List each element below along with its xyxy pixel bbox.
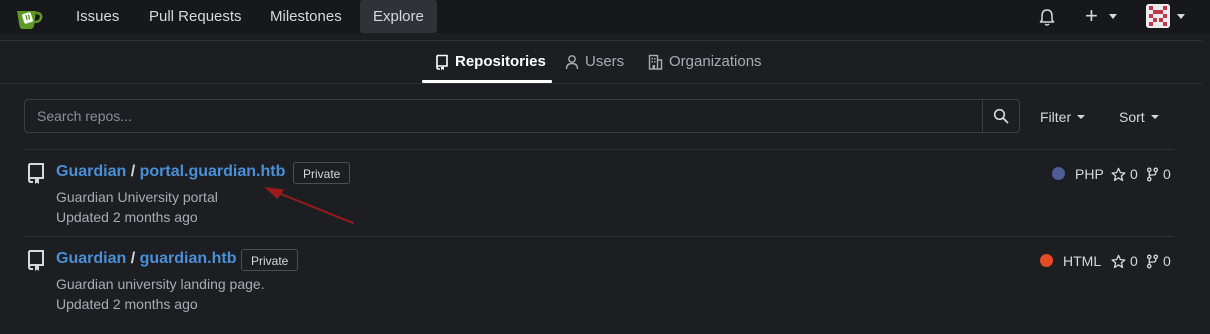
repo-description: Guardian university landing page. xyxy=(56,276,265,292)
repo-owner-link[interactable]: Guardian xyxy=(56,163,126,180)
nav-pull-requests[interactable]: Pull Requests xyxy=(149,0,242,33)
plus-icon[interactable]: + xyxy=(1085,5,1098,27)
repo-icon xyxy=(436,54,448,70)
divider xyxy=(24,236,1174,237)
divider xyxy=(24,149,1174,150)
repo-forks[interactable]: 0 xyxy=(1146,166,1171,182)
building-icon xyxy=(648,54,663,70)
chevron-down-icon xyxy=(1150,115,1159,119)
filter-dropdown[interactable]: Filter xyxy=(1040,109,1086,125)
chevron-down-icon[interactable] xyxy=(1109,14,1117,19)
fork-icon xyxy=(1146,254,1159,268)
divider xyxy=(0,40,1202,41)
fork-count: 0 xyxy=(1163,253,1171,269)
gitea-logo-icon[interactable] xyxy=(14,2,44,32)
sort-dropdown[interactable]: Sort xyxy=(1119,109,1159,125)
avatar[interactable] xyxy=(1146,4,1170,28)
tab-organizations[interactable]: Organizations xyxy=(648,52,762,72)
repo-stars[interactable]: 0 xyxy=(1111,166,1138,182)
repo-owner-link[interactable]: Guardian xyxy=(56,250,126,267)
tab-repositories[interactable]: Repositories xyxy=(435,52,546,72)
repo-stars[interactable]: 0 xyxy=(1111,253,1138,269)
repo-name-link[interactable]: portal.guardian.htb xyxy=(140,163,286,180)
language-color-dot xyxy=(1040,254,1053,267)
repo-updated: Updated 2 months ago xyxy=(56,296,198,312)
star-count: 0 xyxy=(1130,166,1138,182)
search-input[interactable] xyxy=(25,100,982,132)
star-count: 0 xyxy=(1130,253,1138,269)
divider xyxy=(0,83,1202,84)
private-badge: Private xyxy=(293,162,351,184)
nav-issues[interactable]: Issues xyxy=(76,0,119,33)
annotation-arrow-icon xyxy=(264,187,354,224)
search-button[interactable] xyxy=(982,100,1020,132)
filter-label: Filter xyxy=(1040,109,1072,125)
repo-name-link[interactable]: guardian.htb xyxy=(140,250,237,267)
fork-icon xyxy=(1146,167,1159,181)
repo-icon xyxy=(27,250,44,271)
person-icon xyxy=(565,55,579,70)
repo-title: Guardian / portal.guardian.htb xyxy=(56,163,285,181)
repo-separator: / xyxy=(130,250,136,267)
chevron-down-icon[interactable] xyxy=(1177,14,1185,19)
repo-language: PHP xyxy=(1075,166,1104,182)
bell-icon[interactable] xyxy=(1037,7,1057,27)
tab-users[interactable]: Users xyxy=(565,52,624,72)
repo-description: Guardian University portal xyxy=(56,189,218,205)
tab-label: Organizations xyxy=(669,53,762,70)
search-icon xyxy=(993,108,1009,124)
repo-separator: / xyxy=(130,163,136,180)
search-box xyxy=(24,99,1020,133)
chevron-down-icon xyxy=(1077,115,1086,119)
nav-explore[interactable]: Explore xyxy=(360,0,437,33)
top-navbar: Issues Pull Requests Milestones Explore … xyxy=(0,0,1210,33)
repo-icon xyxy=(27,163,44,184)
repo-forks[interactable]: 0 xyxy=(1146,253,1171,269)
star-icon xyxy=(1111,167,1126,181)
language-color-dot xyxy=(1052,167,1065,180)
nav-milestones[interactable]: Milestones xyxy=(270,0,342,33)
tab-label: Users xyxy=(585,53,625,70)
repo-language: HTML xyxy=(1063,253,1102,269)
private-badge: Private xyxy=(241,249,299,271)
tab-label: Repositories xyxy=(455,53,546,70)
repo-title: Guardian / guardian.htb xyxy=(56,250,236,268)
repo-updated: Updated 2 months ago xyxy=(56,209,198,225)
star-icon xyxy=(1111,254,1126,268)
sort-label: Sort xyxy=(1119,109,1145,125)
fork-count: 0 xyxy=(1163,166,1171,182)
